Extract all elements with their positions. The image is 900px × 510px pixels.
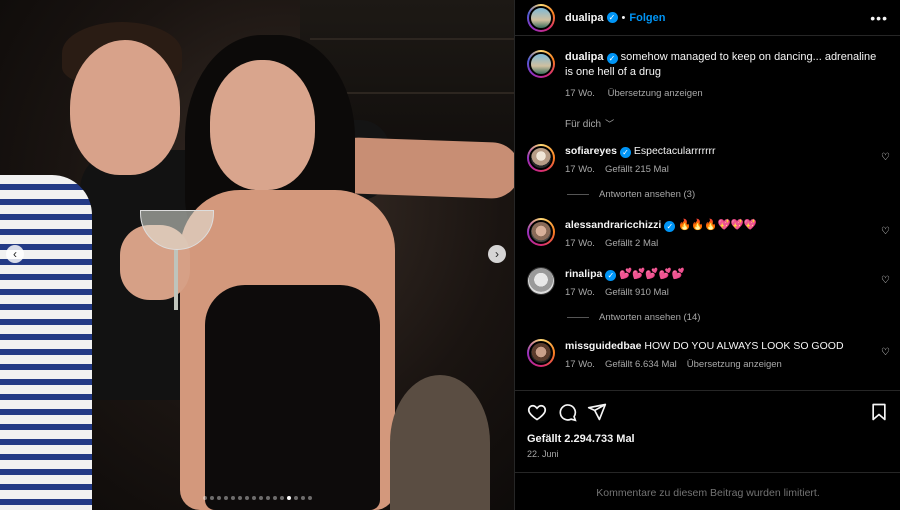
carousel-dot xyxy=(244,496,249,500)
comment-likes[interactable]: Gefällt 6.634 Mal xyxy=(605,359,677,370)
follow-button[interactable]: Folgen xyxy=(629,12,665,24)
comment-avatar[interactable] xyxy=(527,144,555,172)
carousel-next-button[interactable]: › xyxy=(488,245,506,263)
carousel-dot xyxy=(307,496,312,500)
carousel-dot xyxy=(202,496,207,500)
comment-likes[interactable]: Gefällt 215 Mal xyxy=(605,164,669,175)
carousel-dot xyxy=(216,496,221,500)
comment-item: sofiareyes ✓ Espectacularrrrrrr 17 Wo. Gef… xyxy=(515,144,900,175)
caption-translate-link[interactable]: Übersetzung anzeigen xyxy=(608,88,703,99)
comment-age: 17 Wo. xyxy=(565,287,595,298)
comment-avatar[interactable] xyxy=(527,267,555,295)
carousel-dot xyxy=(223,496,228,500)
comment-icon[interactable] xyxy=(557,402,577,422)
comment-avatar[interactable] xyxy=(527,339,555,367)
view-replies-link[interactable]: Antworten ansehen (14) xyxy=(515,312,900,323)
post-actions: Gefällt 2.294.733 Mal 22. Juni xyxy=(515,390,900,459)
heart-icon[interactable]: ♡ xyxy=(881,226,890,237)
post-photo[interactable]: ‹ › xyxy=(0,0,514,510)
comment-username[interactable]: rinalipa xyxy=(565,268,602,280)
comment-filter-dropdown[interactable]: Für dich ﹀ xyxy=(515,101,900,130)
bookmark-icon[interactable] xyxy=(869,402,889,422)
comment-text: HOW DO YOU ALWAYS LOOK SO GOOD xyxy=(644,340,844,352)
verified-badge-icon: ✓ xyxy=(606,12,618,23)
carousel-dot xyxy=(286,496,291,500)
carousel-dot xyxy=(293,496,298,500)
comment-text: Espectacularrrrrrr xyxy=(633,145,716,157)
post-date: 22. Juni xyxy=(527,449,559,459)
photo-arm xyxy=(329,136,514,200)
comment-avatar[interactable] xyxy=(527,218,555,246)
comment-username[interactable]: missguidedbae xyxy=(565,340,641,352)
carousel-dot xyxy=(258,496,263,500)
comment-item: alessandraricchizzi ✓ 🔥🔥🔥💖💖💖 17 Wo. Gefäll… xyxy=(515,218,900,249)
verified-badge-icon: ✓ xyxy=(606,53,618,64)
verified-badge-icon: ✓ xyxy=(605,270,617,281)
carousel-dot xyxy=(209,496,214,500)
photo-striped-shirt xyxy=(0,175,92,510)
photo-man-head xyxy=(70,40,180,175)
comment-likes[interactable]: Gefällt 2 Mal xyxy=(605,238,658,249)
carousel-prev-button[interactable]: ‹ xyxy=(6,245,24,263)
heart-icon[interactable]: ♡ xyxy=(881,275,890,286)
caption-username[interactable]: dualipa xyxy=(565,51,604,63)
caption-age: 17 Wo. xyxy=(565,88,595,99)
comment-item: rinalipa ✓ 💕💕💕💕💕 17 Wo. Gefällt 910 Mal ♡ xyxy=(515,267,900,298)
carousel-dot xyxy=(279,496,284,500)
comment-username[interactable]: alessandraricchizzi xyxy=(565,219,661,231)
comment-age: 17 Wo. xyxy=(565,238,595,249)
more-icon[interactable]: ••• xyxy=(870,10,888,26)
carousel-dot xyxy=(251,496,256,500)
comment-item: missguidedbae HOW DO YOU ALWAYS LOOK SO … xyxy=(515,339,900,370)
carousel-dots xyxy=(0,496,514,500)
heart-icon[interactable] xyxy=(527,402,547,422)
photo-table xyxy=(390,375,490,510)
post-header: dualipa ✓ • Folgen ••• xyxy=(515,0,900,36)
caption-avatar[interactable] xyxy=(527,50,555,78)
comment-age: 17 Wo. xyxy=(565,164,595,175)
post-caption: dualipa ✓ somehow managed to keep on danc… xyxy=(515,36,900,101)
view-replies-link[interactable]: Antworten ansehen (3) xyxy=(515,189,900,200)
comment-translate-link[interactable]: Übersetzung anzeigen xyxy=(687,359,782,370)
photo-glass-stem xyxy=(174,250,178,310)
comment-filter-label: Für dich xyxy=(565,119,602,130)
comments-limited-notice: Kommentare zu diesem Beitrag wurden limi… xyxy=(515,472,900,499)
verified-badge-icon: ✓ xyxy=(619,147,631,158)
comment-likes[interactable]: Gefällt 910 Mal xyxy=(605,287,669,298)
carousel-dot xyxy=(237,496,242,500)
comment-text: 💕💕💕💕💕 xyxy=(619,268,685,280)
header-separator: • xyxy=(621,11,626,24)
chevron-down-icon: ﹀ xyxy=(605,119,615,129)
share-icon[interactable] xyxy=(587,402,607,422)
post-likes-count[interactable]: Gefällt 2.294.733 Mal xyxy=(527,433,889,445)
photo-dress xyxy=(205,285,380,510)
author-avatar[interactable] xyxy=(527,3,555,32)
carousel-dot xyxy=(265,496,270,500)
author-username[interactable]: dualipa xyxy=(565,12,604,24)
post-side-panel: dualipa ✓ • Folgen ••• dualipa ✓ somehow … xyxy=(514,0,900,510)
carousel-dot xyxy=(230,496,235,500)
heart-icon[interactable]: ♡ xyxy=(881,347,890,358)
comment-username[interactable]: sofiareyes xyxy=(565,145,617,157)
carousel-dot xyxy=(300,496,305,500)
comment-text: 🔥🔥🔥💖💖💖 xyxy=(678,219,757,231)
carousel-dot xyxy=(272,496,277,500)
photo-woman-face xyxy=(210,60,315,190)
heart-icon[interactable]: ♡ xyxy=(881,152,890,163)
comment-age: 17 Wo. xyxy=(565,359,595,370)
verified-badge-icon: ✓ xyxy=(664,221,676,232)
